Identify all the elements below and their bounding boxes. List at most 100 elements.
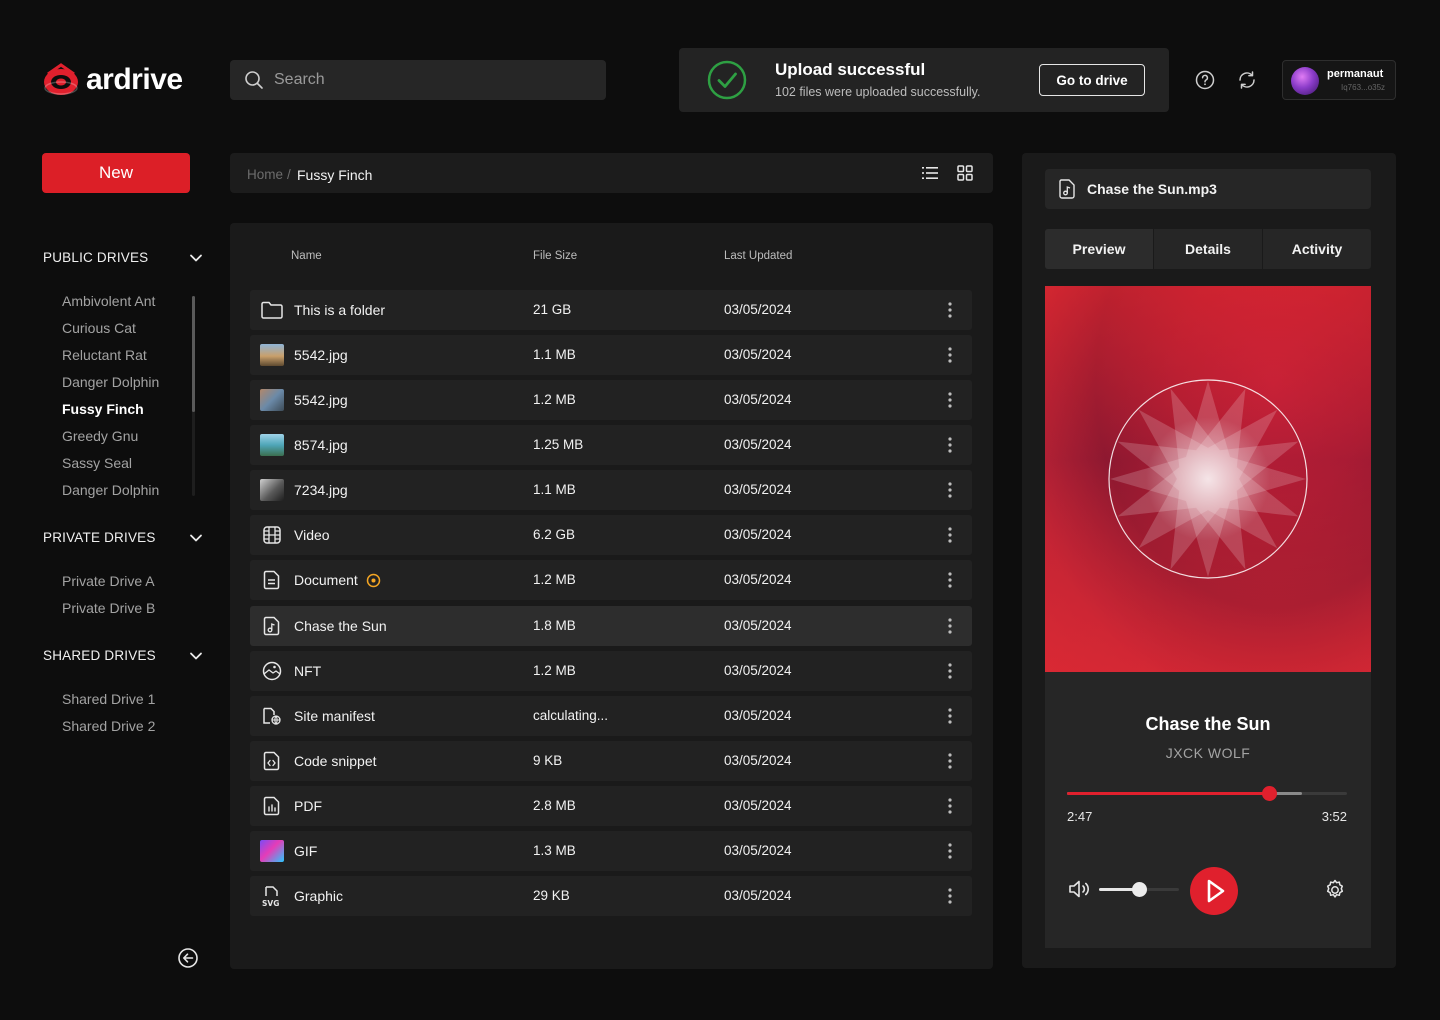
go-to-drive-button[interactable]: Go to drive xyxy=(1039,64,1145,96)
table-row[interactable]: 5542.jpg 1.2 MB 03/05/2024 xyxy=(250,380,972,421)
row-last-updated: 03/05/2024 xyxy=(724,482,792,498)
breadcrumb-home[interactable]: Home xyxy=(247,167,283,182)
sidebar-item-public-drive[interactable]: Reluctant Rat xyxy=(62,347,147,363)
app-logo[interactable]: ardrive xyxy=(42,62,183,98)
image-thumbnail xyxy=(260,434,284,457)
row-file-size: 1.8 MB xyxy=(533,617,576,633)
more-options-icon[interactable] xyxy=(940,525,960,545)
more-options-icon[interactable] xyxy=(940,751,960,771)
selected-file-name: Chase the Sun.mp3 xyxy=(1087,181,1217,197)
more-options-icon[interactable] xyxy=(940,706,960,726)
tab-preview[interactable]: Preview xyxy=(1045,229,1154,269)
user-name: permanaut xyxy=(1327,68,1384,80)
row-file-name: 5542.jpg xyxy=(294,347,348,364)
music-file-icon xyxy=(263,616,280,635)
table-row[interactable]: Site manifest calculating... 03/05/2024 xyxy=(250,695,972,736)
table-row[interactable]: 8574.jpg 1.25 MB 03/05/2024 xyxy=(250,425,972,466)
sidebar-item-private-drive[interactable]: Private Drive A xyxy=(62,573,155,589)
play-button[interactable] xyxy=(1190,867,1238,915)
row-last-updated: 03/05/2024 xyxy=(724,707,792,723)
sidebar-item-public-drive[interactable]: Sassy Seal xyxy=(62,455,132,471)
row-file-size: 9 KB xyxy=(533,752,563,768)
column-header-name[interactable]: Name xyxy=(291,250,322,262)
breadcrumb: Home / Fussy Finch xyxy=(230,153,993,193)
column-header-size[interactable]: File Size xyxy=(533,250,577,262)
sidebar-scrollbar[interactable] xyxy=(192,296,195,412)
row-last-updated: 03/05/2024 xyxy=(724,617,792,633)
search-input[interactable] xyxy=(274,71,574,89)
public-drives-header[interactable]: PUBLIC DRIVES xyxy=(43,250,203,265)
sidebar-item-public-drive[interactable]: Greedy Gnu xyxy=(62,428,138,444)
audio-player: Chase the Sun JXCK WOLF 2:47 3:52 xyxy=(1045,672,1371,948)
sidebar-item-public-drive[interactable]: Curious Cat xyxy=(62,320,136,336)
column-header-updated[interactable]: Last Updated xyxy=(724,250,792,262)
sidebar-item-public-drive[interactable]: Danger Dolphin xyxy=(62,374,159,390)
row-file-name-wrap: Document xyxy=(294,572,381,588)
row-last-updated: 03/05/2024 xyxy=(724,527,792,543)
more-options-icon[interactable] xyxy=(940,616,960,636)
image-thumbnail xyxy=(260,344,284,367)
private-drives-header[interactable]: PRIVATE DRIVES xyxy=(43,530,203,545)
toast-title: Upload successful xyxy=(775,60,926,79)
tab-details[interactable]: Details xyxy=(1154,229,1263,269)
more-options-icon[interactable] xyxy=(940,570,960,590)
table-row[interactable]: Video 6.2 GB 03/05/2024 xyxy=(250,515,972,556)
volume-slider[interactable] xyxy=(1099,882,1179,897)
row-file-name: 5542.jpg xyxy=(294,392,348,409)
new-button[interactable]: New xyxy=(42,153,190,193)
table-row[interactable]: 5542.jpg 1.1 MB 03/05/2024 xyxy=(250,335,972,376)
sidebar-item-public-drive[interactable]: Fussy Finch xyxy=(62,401,144,417)
volume-icon[interactable] xyxy=(1067,878,1091,900)
user-profile-button[interactable]: permanaut Iq763...o35z xyxy=(1282,60,1396,100)
row-file-size: 29 KB xyxy=(533,888,570,904)
shared-drives-header[interactable]: SHARED DRIVES xyxy=(43,648,203,663)
preview-panel: Chase the Sun.mp3 Preview Details Activi… xyxy=(1022,153,1396,968)
table-row[interactable]: SVG Graphic 29 KB 03/05/2024 xyxy=(250,876,972,917)
row-file-name: GIF xyxy=(294,842,318,859)
row-file-name: Chase the Sun xyxy=(294,617,387,634)
sidebar-item-private-drive[interactable]: Private Drive B xyxy=(62,600,155,616)
sidebar-item-shared-drive[interactable]: Shared Drive 1 xyxy=(62,691,155,707)
table-row[interactable]: Chase the Sun 1.8 MB 03/05/2024 xyxy=(250,605,972,646)
row-file-size: 21 GB xyxy=(533,302,572,317)
table-row[interactable]: PDF 2.8 MB 03/05/2024 xyxy=(250,785,972,826)
more-options-icon[interactable] xyxy=(940,841,960,861)
sidebar-item-public-drive[interactable]: Danger Dolphin xyxy=(62,482,159,498)
sidebar-item-public-drive[interactable]: Ambivolent Ant xyxy=(62,293,155,309)
table-row[interactable]: NFT 1.2 MB 03/05/2024 xyxy=(250,650,972,691)
row-last-updated: 03/05/2024 xyxy=(724,572,792,588)
table-row[interactable]: 7234.jpg 1.1 MB 03/05/2024 xyxy=(250,470,972,511)
gear-icon[interactable] xyxy=(1323,878,1347,902)
chevron-down-icon xyxy=(190,254,202,261)
table-row[interactable]: Document 1.2 MB 03/05/2024 xyxy=(250,560,972,601)
pending-sync-icon xyxy=(366,573,381,588)
table-row[interactable]: GIF 1.3 MB 03/05/2024 xyxy=(250,830,972,871)
sidebar-item-shared-drive[interactable]: Shared Drive 2 xyxy=(62,718,155,734)
more-options-icon[interactable] xyxy=(940,480,960,500)
more-options-icon[interactable] xyxy=(940,300,960,320)
row-file-name-wrap: Chase the Sun xyxy=(294,618,387,634)
row-last-updated: 03/05/2024 xyxy=(724,347,792,363)
tab-activity[interactable]: Activity xyxy=(1263,229,1371,269)
more-options-icon[interactable] xyxy=(940,886,960,906)
search-bar[interactable] xyxy=(230,60,606,100)
table-row[interactable]: This is a folder 21 GB 03/05/2024 xyxy=(250,290,972,330)
more-options-icon[interactable] xyxy=(940,345,960,365)
progress-slider[interactable] xyxy=(1067,786,1347,801)
document-icon xyxy=(263,571,280,590)
volume-handle[interactable] xyxy=(1132,882,1147,897)
sync-icon[interactable] xyxy=(1235,68,1259,92)
help-icon[interactable] xyxy=(1193,68,1217,92)
list-view-icon[interactable] xyxy=(921,164,939,182)
row-file-size: calculating... xyxy=(533,707,609,723)
search-icon xyxy=(245,71,263,89)
collapse-sidebar-icon[interactable] xyxy=(177,947,199,969)
more-options-icon[interactable] xyxy=(940,390,960,410)
more-options-icon[interactable] xyxy=(940,796,960,816)
more-options-icon[interactable] xyxy=(940,661,960,681)
grid-view-icon[interactable] xyxy=(956,164,974,182)
more-options-icon[interactable] xyxy=(940,435,960,455)
progress-handle[interactable] xyxy=(1261,786,1277,801)
row-file-size: 1.2 MB xyxy=(533,662,576,678)
table-row[interactable]: Code snippet 9 KB 03/05/2024 xyxy=(250,740,972,781)
